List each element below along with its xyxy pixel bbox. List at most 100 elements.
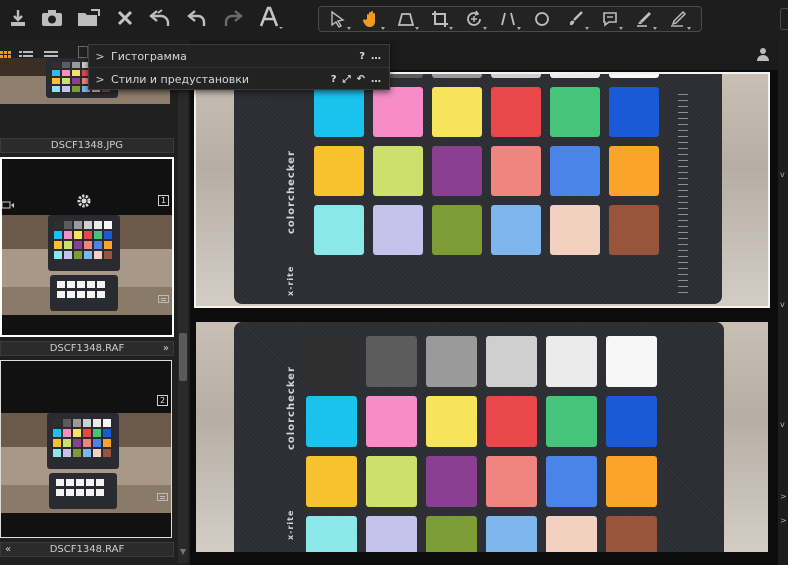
expand-arrows-icon[interactable]: ⤢ <box>343 74 351 85</box>
viewer-variant-selected[interactable]: colorchecker x-rite <box>194 72 770 308</box>
browser-options-button[interactable] <box>78 46 88 58</box>
viewer-variant[interactable]: colorchecker x-rite <box>196 322 768 552</box>
chevron-down-icon[interactable]: v <box>780 420 785 429</box>
thumbnail-frame: 2 <box>0 360 172 538</box>
chevron-right-icon[interactable]: > <box>89 50 111 63</box>
mini-patch <box>63 449 71 457</box>
mini-patch <box>64 231 72 239</box>
help-icon[interactable]: ? <box>359 51 365 62</box>
text-tool-icon[interactable] <box>256 5 286 31</box>
import-icon[interactable] <box>6 5 30 31</box>
more-icon[interactable]: … <box>371 51 381 62</box>
help-icon[interactable]: ? <box>331 74 337 85</box>
chevron-down-icon[interactable]: v <box>780 300 785 309</box>
chevron-right-icon[interactable]: > <box>89 73 111 86</box>
mini-patch <box>63 439 71 447</box>
user-icon[interactable] <box>756 46 770 65</box>
mini-patch <box>94 251 102 259</box>
mini-patch <box>103 419 111 427</box>
color-patch <box>432 146 482 196</box>
chevron-right-icon[interactable]: > <box>780 492 787 501</box>
thumbnail-card[interactable]: 2 « DSCF1348.RAF <box>0 360 174 560</box>
color-patch <box>373 205 423 255</box>
color-patch <box>306 456 357 507</box>
section-title: Гистограмма <box>111 50 187 63</box>
brush-icon[interactable] <box>561 8 591 30</box>
mini-patch <box>73 439 81 447</box>
color-checker: colorchecker x-rite <box>234 74 722 304</box>
chevron-right-icon[interactable]: > <box>780 516 787 525</box>
mini-patch <box>104 231 112 239</box>
color-patch <box>491 205 541 255</box>
color-patch <box>609 87 659 137</box>
select-pointer-icon[interactable] <box>323 8 353 30</box>
eraser-icon[interactable] <box>629 8 659 30</box>
color-patch <box>486 456 537 507</box>
mini-patch <box>73 429 81 437</box>
keystone-icon[interactable] <box>391 8 421 30</box>
thumbnail-frame: 1 <box>0 157 174 337</box>
app-window: DSCF1348.JPG 1 DSCF1348.RAF » 2 « DSCF13… <box>0 0 788 565</box>
color-patch <box>314 205 364 255</box>
rotate-icon[interactable] <box>459 8 489 30</box>
thumbnail-filename: DSCF1348.JPG <box>0 138 174 153</box>
histogram-section[interactable]: > Гистограмма ? … <box>89 46 389 68</box>
mini-patch <box>83 449 91 457</box>
straighten-icon[interactable] <box>493 8 523 30</box>
chevron-down-icon[interactable]: v <box>780 170 785 179</box>
color-patch <box>373 146 423 196</box>
mini-patch <box>74 241 82 249</box>
crop-icon[interactable] <box>425 8 455 30</box>
pan-hand-icon[interactable] <box>357 8 387 30</box>
scrollbar-thumb[interactable] <box>179 333 187 381</box>
color-patch <box>550 74 600 78</box>
mini-patch <box>63 429 71 437</box>
scroll-down-arrow[interactable] <box>180 549 186 555</box>
reset-icon[interactable]: ↶ <box>357 74 365 85</box>
list-view-icon[interactable] <box>19 47 33 61</box>
undo-icon[interactable] <box>186 5 208 31</box>
color-patch <box>546 336 597 387</box>
thumbnail-image <box>1 413 171 513</box>
mini-patch <box>103 449 111 457</box>
color-patch <box>314 146 364 196</box>
pencil-icon[interactable] <box>663 8 693 30</box>
color-patch <box>550 205 600 255</box>
circle-mask-icon[interactable] <box>527 8 557 30</box>
mini-patch <box>52 86 60 92</box>
color-patch <box>609 146 659 196</box>
toolbar-overflow-button[interactable] <box>780 8 788 30</box>
checker-subbrand-text: x-rite <box>286 265 295 296</box>
mini-patch <box>72 86 80 92</box>
camera-icon[interactable] <box>40 5 64 31</box>
checker-brand-text: colorchecker <box>286 366 297 450</box>
mini-patch <box>103 439 111 447</box>
styles-presets-section[interactable]: > Стили и предустановки ? ⤢ ↶ … <box>89 68 389 90</box>
mini-patch <box>73 419 81 427</box>
redo-icon[interactable] <box>222 5 244 31</box>
color-patch <box>606 516 657 552</box>
delete-icon[interactable] <box>114 5 136 31</box>
thumbnail-menu-icon[interactable] <box>158 295 169 303</box>
collapse-icon[interactable]: « <box>5 543 11 556</box>
mini-patch <box>52 78 60 84</box>
mini-patch <box>73 449 81 457</box>
browser-scrollbar[interactable] <box>178 58 188 563</box>
mini-patch <box>93 419 101 427</box>
grid-view-icon[interactable] <box>0 47 11 62</box>
section-title: Стили и предустановки <box>111 72 250 86</box>
undo-history-icon[interactable] <box>148 5 172 31</box>
more-icon[interactable]: … <box>371 74 381 85</box>
mini-patch <box>53 449 61 457</box>
annotation-icon[interactable] <box>595 8 625 30</box>
color-patch <box>486 516 537 552</box>
expand-icon[interactable]: » <box>163 342 169 355</box>
gear-icon[interactable] <box>76 193 92 213</box>
folder-export-icon[interactable] <box>76 5 102 31</box>
color-patch <box>426 336 477 387</box>
thumbnail-card-selected[interactable]: 1 DSCF1348.RAF » <box>0 157 174 356</box>
thumbnail-menu-icon[interactable] <box>157 493 168 501</box>
filmstrip-view-icon[interactable] <box>44 47 58 61</box>
color-patch <box>366 456 417 507</box>
thumbnail-filename: DSCF1348.RAF » <box>0 341 174 356</box>
